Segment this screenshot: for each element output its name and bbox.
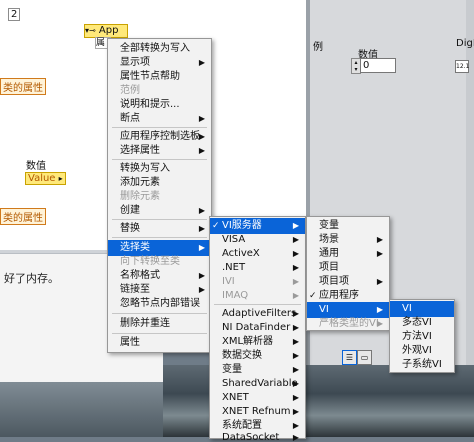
digital-indicator-label: DigM (456, 38, 474, 49)
terminal-arrow-icon: ▸ (58, 174, 63, 183)
app-property-node[interactable]: ▾⊸ App (84, 24, 128, 38)
menu-separator (112, 219, 207, 220)
menu-separator (214, 304, 301, 305)
desktop-background-left (0, 381, 163, 437)
submenu-arrow-icon: ▶ (292, 433, 299, 442)
context-menu: 全部转换为写入 显示项 ▶ 属性节点帮助 范例 说明和提示... 断点 ▶ 应用程序… (107, 38, 212, 353)
menu-separator (112, 333, 207, 334)
vi-type-submenu: VI 多态VI 方法VI 外观VI 子系统VI (389, 299, 455, 373)
menu-separator (112, 127, 207, 128)
window-icon[interactable]: ▭ (357, 350, 372, 365)
menu-item-replace[interactable]: 替换 ▶ (108, 221, 211, 237)
node-arrow-icon: ▾⊸ (85, 26, 96, 35)
menu-separator (112, 237, 207, 238)
menu-item-ignore-errors[interactable]: 忽略节点内部错误 (108, 296, 211, 312)
class-property-label-1: 类的属性 (0, 78, 46, 95)
menu-item-datasocket[interactable]: DataSocket ▶ (210, 432, 305, 442)
menu-item-create[interactable]: 创建 ▶ (108, 203, 211, 219)
submenu-arrow-icon: ▶ (198, 224, 205, 233)
front-panel-partial-label: 例 (313, 42, 323, 53)
menu-item-delete-rewire[interactable]: 删除并重连 (108, 316, 211, 332)
submenu-arrow-icon: ▶ (292, 291, 299, 300)
menu-item-subsystem-vi[interactable]: 子系统VI (390, 357, 454, 373)
menu-item-breakpoint[interactable]: 断点 ▶ (108, 111, 211, 127)
menu-separator (112, 313, 207, 314)
front-panel-scrollbar[interactable] (466, 0, 474, 370)
submenu-arrow-icon: ▶ (198, 206, 205, 215)
digital-indicator: 12.1 (455, 60, 469, 73)
value-terminal[interactable]: Value ▸ (25, 172, 66, 185)
app-node-label: App (98, 25, 119, 36)
numeric-control[interactable]: 0 (360, 58, 396, 73)
submenu-arrow-icon: ▶ (376, 319, 383, 328)
context-help-text: 好了内存。 (4, 272, 59, 285)
value-label: 数值 (26, 161, 46, 172)
submenu-arrow-icon: ▶ (198, 114, 205, 123)
menu-item-strict-vi: 严格类型的VI ▶ (307, 316, 389, 332)
menu-item-imaq: IMAQ ▶ (210, 288, 305, 304)
class-property-label-2: 类的属性 (0, 208, 46, 225)
menu-item-properties[interactable]: 属性 (108, 335, 211, 351)
frame-number[interactable]: 2 (8, 8, 21, 21)
list-view-icon[interactable]: ☰ (342, 350, 357, 365)
submenu-arrow-icon: ▶ (198, 146, 205, 155)
class-submenu: ✓ VI服务器 ▶ VISA ▶ ActiveX ▶ .NET ▶ IVI ▶ IMAQ ▶ … (209, 216, 306, 442)
menu-item-select-property[interactable]: 选择属性 ▶ (108, 143, 211, 159)
vi-server-submenu: 变量 场景 ▶ 通用 ▶ 项目 项目项 ▶ ✓ 应用程序 VI ▶ 严格类型的VI ▶ (306, 216, 390, 331)
menu-separator (112, 159, 207, 160)
value-terminal-label: Value (28, 173, 56, 184)
